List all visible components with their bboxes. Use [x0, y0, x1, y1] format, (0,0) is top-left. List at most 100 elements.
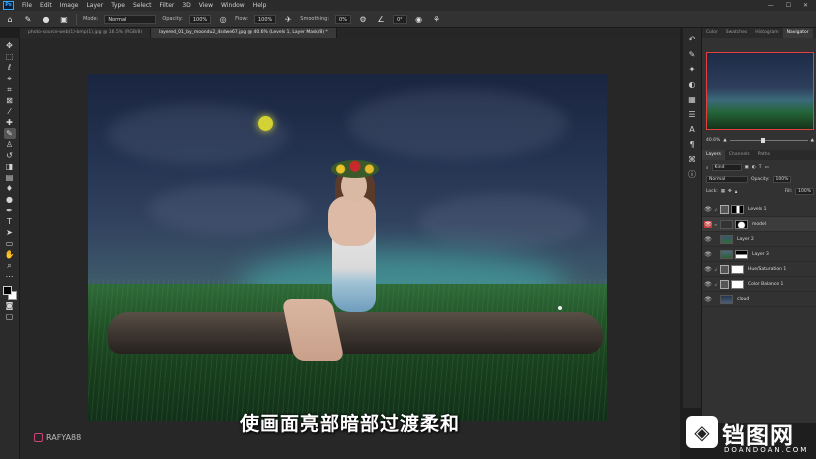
layer-row[interactable]: 👁︎ cloud: [702, 292, 816, 307]
path-select-tool-icon[interactable]: ➤: [4, 227, 16, 238]
layer-row[interactable]: 👁︎ Layer 2: [702, 232, 816, 247]
layer-row[interactable]: 👁︎ ∞ model: [702, 217, 816, 232]
menu-help[interactable]: Help: [249, 2, 271, 9]
info-panel-icon[interactable]: ⓘ: [687, 169, 698, 180]
menu-image[interactable]: Image: [56, 2, 83, 9]
properties-icon[interactable]: ☰: [687, 109, 698, 120]
history-brush-tool-icon[interactable]: ↺: [4, 150, 16, 161]
layer-thumbnail[interactable]: [720, 219, 733, 229]
foreground-color-swatch[interactable]: [2, 286, 12, 295]
minimize-icon[interactable]: —: [768, 2, 774, 9]
dodge-tool-icon[interactable]: ●: [4, 194, 16, 205]
menu-filter[interactable]: Filter: [156, 2, 179, 9]
lock-all-icon[interactable]: 🔒︎: [735, 189, 737, 195]
frame-tool-icon[interactable]: ⊠: [4, 95, 16, 106]
maximize-icon[interactable]: ☐: [786, 2, 791, 9]
screen-mode-icon[interactable]: ▢: [4, 311, 16, 322]
color-swatches[interactable]: [2, 286, 17, 300]
marquee-tool-icon[interactable]: ⬚: [4, 51, 16, 62]
healing-tool-icon[interactable]: ✚: [4, 117, 16, 128]
stamp-tool-icon[interactable]: ♙: [4, 139, 16, 150]
zoom-out-icon[interactable]: ▲: [723, 138, 726, 143]
zoom-tool-icon[interactable]: ⌕: [4, 260, 16, 271]
brush-panel-icon[interactable]: ✎: [687, 49, 698, 60]
layer-thumbnail[interactable]: [720, 294, 733, 304]
layer-thumbnail[interactable]: [720, 234, 733, 244]
layer-row[interactable]: 👁︎ ↲ Color Balance 1: [702, 277, 816, 292]
home-icon[interactable]: ⌂: [4, 14, 16, 25]
eye-icon[interactable]: 👁︎: [704, 281, 712, 288]
filter-type-icon[interactable]: T: [759, 165, 762, 170]
pressure-opacity-icon[interactable]: ◎: [217, 14, 229, 25]
paragraph-panel-icon[interactable]: ¶: [687, 139, 698, 150]
menu-layer[interactable]: Layer: [82, 2, 107, 9]
tab-color[interactable]: Color: [702, 28, 722, 38]
eye-icon[interactable]: 👁︎: [704, 220, 712, 228]
move-tool-icon[interactable]: ✥: [4, 40, 16, 51]
quick-select-tool-icon[interactable]: ⌖: [4, 73, 16, 84]
zoom-slider-thumb[interactable]: [760, 138, 765, 143]
angle-field[interactable]: 0°: [392, 14, 407, 24]
tab-layers[interactable]: Layers: [702, 150, 725, 160]
menu-select[interactable]: Select: [129, 2, 156, 9]
airbrush-icon[interactable]: ✈: [282, 14, 294, 25]
filter-pixel-icon[interactable]: ▣: [745, 165, 749, 170]
angle-icon[interactable]: ∠: [375, 14, 387, 25]
history-panel-icon[interactable]: ↶: [687, 34, 698, 45]
lock-pixels-icon[interactable]: ▦: [721, 189, 725, 194]
libraries-icon[interactable]: ▦: [687, 94, 698, 105]
menu-3d[interactable]: 3D: [178, 2, 194, 9]
layer-mask-thumbnail[interactable]: [735, 249, 748, 259]
document-canvas[interactable]: [88, 74, 607, 421]
eye-icon[interactable]: 👁︎: [704, 296, 712, 303]
eye-icon[interactable]: 👁︎: [704, 236, 712, 243]
eye-icon[interactable]: 👁︎: [704, 251, 712, 258]
type-tool-icon[interactable]: T: [4, 216, 16, 227]
lasso-tool-icon[interactable]: ℓ: [4, 62, 16, 73]
eye-icon[interactable]: 👁︎: [704, 266, 712, 273]
doc-tab-2[interactable]: layered_01_by_moondu2_4sdwe67.jpg @ 40.6…: [151, 28, 337, 38]
tab-swatches[interactable]: Swatches: [722, 28, 752, 38]
layer-row[interactable]: 👁︎ ↲ Levels 1: [702, 202, 816, 217]
layer-thumbnail[interactable]: [720, 249, 733, 259]
clone-source-icon[interactable]: ✦: [687, 64, 698, 75]
layer-name[interactable]: Layer 3: [752, 252, 769, 257]
flow-field[interactable]: 100%: [254, 14, 277, 24]
crop-tool-icon[interactable]: ⌗: [4, 84, 16, 95]
eraser-tool-icon[interactable]: ◨: [4, 161, 16, 172]
layer-name[interactable]: Hue/Saturation 1: [748, 267, 786, 272]
layer-row[interactable]: 👁︎ ↲ Hue/Saturation 1: [702, 262, 816, 277]
layer-mask-thumbnail[interactable]: [731, 264, 744, 274]
zoom-slider[interactable]: [729, 138, 808, 143]
blend-mode-select[interactable]: Normal: [706, 176, 748, 183]
opacity-field[interactable]: 100%: [188, 14, 212, 24]
gear-icon[interactable]: ⚙: [357, 14, 369, 25]
adjustments-icon[interactable]: ◐: [687, 79, 698, 90]
brush-settings-icon[interactable]: ▣: [58, 14, 70, 25]
close-icon[interactable]: ✕: [803, 2, 808, 9]
layer-mask-thumbnail[interactable]: [735, 219, 748, 229]
gradient-tool-icon[interactable]: ▤: [4, 172, 16, 183]
zoom-value[interactable]: 40.6%: [706, 138, 720, 143]
doc-tab-1[interactable]: photo-source-web(1)-bmp(1).jpg @ 16.5% (…: [20, 28, 152, 38]
layer-opacity-field[interactable]: 100%: [772, 176, 792, 183]
tab-navigator[interactable]: Navigator: [782, 28, 813, 38]
tab-paths[interactable]: Paths: [754, 150, 774, 160]
layer-name[interactable]: Levels 1: [748, 207, 767, 212]
layer-name[interactable]: cloud: [737, 297, 749, 302]
shape-tool-icon[interactable]: ▭: [4, 238, 16, 249]
layer-row[interactable]: 👁︎ Layer 3: [702, 247, 816, 262]
tab-histogram[interactable]: Histogram: [751, 28, 782, 38]
menu-view[interactable]: View: [195, 2, 217, 9]
layer-name[interactable]: Layer 2: [737, 237, 754, 242]
pressure-size-icon[interactable]: ◉: [413, 14, 425, 25]
eyedropper-tool-icon[interactable]: ⁄: [4, 106, 16, 117]
brush-tool-icon[interactable]: ✎: [3, 128, 16, 139]
layer-name[interactable]: Color Balance 1: [748, 282, 783, 287]
pen-tool-icon[interactable]: ✒: [4, 205, 16, 216]
symmetry-icon[interactable]: ⚘: [431, 14, 443, 25]
brush-preset-icon[interactable]: ●: [40, 14, 52, 25]
brush-tool-icon[interactable]: ✎: [22, 14, 34, 25]
menu-file[interactable]: File: [18, 2, 36, 9]
layer-mask-thumbnail[interactable]: [731, 204, 744, 214]
